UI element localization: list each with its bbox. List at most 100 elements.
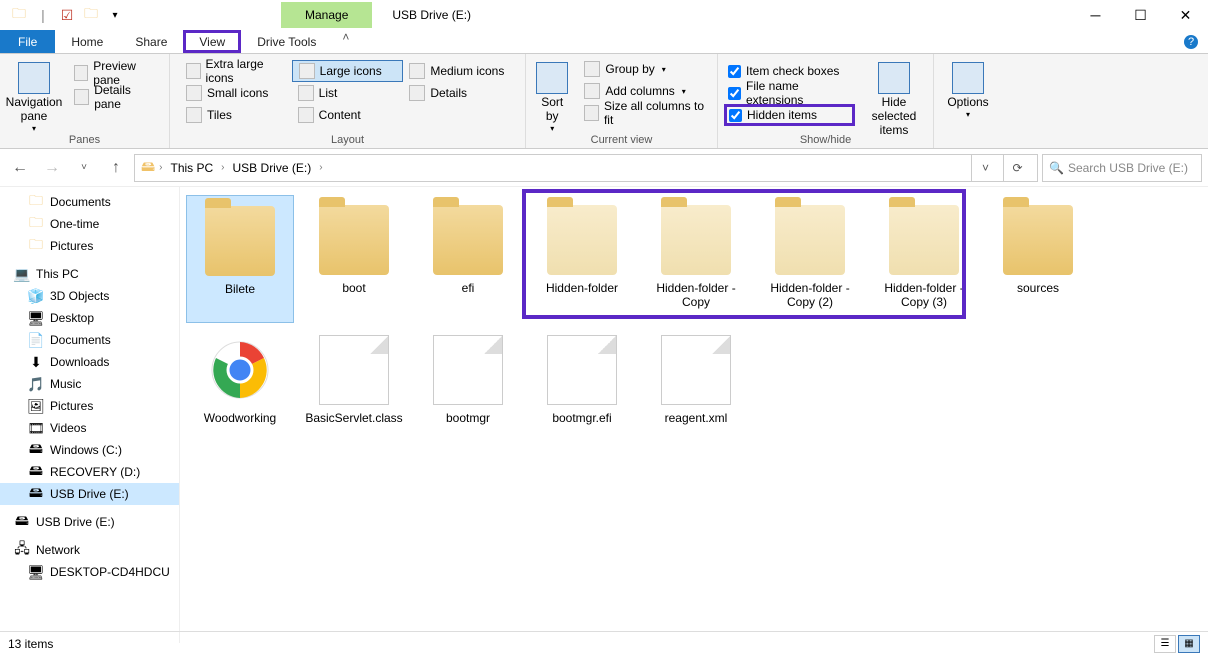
tree-network-child[interactable]: 🖥DESKTOP-CD4HDCU [0,561,179,583]
app-folder-icon: 🗀 [8,4,30,26]
breadcrumb[interactable]: 🖴 › This PC › USB Drive (E:) › ˅ ⟳ [134,154,1038,182]
item-basicservlet-class[interactable]: BasicServlet.class [300,325,408,453]
details-pane-icon [74,89,89,105]
hidden-items-toggle[interactable]: Hidden items [724,104,855,126]
item-bootmgr-efi[interactable]: bootmgr.efi [528,325,636,453]
help-icon[interactable] [1174,30,1208,53]
tree-network[interactable]: 🖧Network [0,539,179,561]
tree-usb-below[interactable]: 🖴USB Drive (E:) [0,511,179,533]
group-by-button[interactable]: Group by▾ [578,58,711,80]
layout-details[interactable]: Details [403,82,515,104]
item-checkboxes-checkbox[interactable] [728,65,741,78]
folder-icon [1003,205,1073,275]
item-label: BasicServlet.class [301,411,406,425]
item-hidden-folder-copy-3-[interactable]: Hidden-folder - Copy (3) [870,195,978,323]
ribbon-group-current-view: Sort by ▾ Group by▾ Add columns▾ Size al… [526,54,718,148]
back-button[interactable]: ← [6,154,34,182]
tab-drive-tools[interactable]: Drive Tools [241,30,332,53]
options-button[interactable]: Options ▾ [940,58,996,123]
recent-dropdown[interactable]: ˅ [70,154,98,182]
tree-desktop[interactable]: 🖥Desktop [0,307,179,329]
item-hidden-folder[interactable]: Hidden-folder [528,195,636,323]
layout-list[interactable]: List [292,82,404,104]
layout-small-icons[interactable]: Small icons [180,82,292,104]
hidden-items-checkbox[interactable] [729,109,742,122]
minimize-button[interactable]: ─ [1073,0,1118,30]
layout-tiles[interactable]: Tiles [180,104,292,126]
file-extensions-checkbox[interactable] [728,87,741,100]
refresh-icon[interactable]: ⟳ [1003,154,1031,182]
maximize-button[interactable]: ☐ [1118,0,1163,30]
history-dropdown-icon[interactable]: ˅ [971,154,999,182]
collapse-ribbon-icon[interactable]: ˄ [332,30,359,53]
item-boot[interactable]: boot [300,195,408,323]
item-label: boot [338,281,369,295]
network-icon: 🖧 [14,542,30,558]
tree-usb-drive-e-[interactable]: 🖴USB Drive (E:) [0,483,179,505]
item-efi[interactable]: efi [414,195,522,323]
tree-documents[interactable]: 📄Documents [0,329,179,351]
ribbon-group-show-hide: Item check boxes File name extensions Hi… [718,54,934,148]
item-woodworking[interactable]: Woodworking [186,325,294,453]
window-title: USB Drive (E:) [392,8,471,22]
tree-videos[interactable]: 🎞Videos [0,417,179,439]
tree-this-pc[interactable]: 💻This PC [0,263,179,285]
tree-item-icon: 🖴 [28,464,44,480]
current-view-group-label: Current view [526,134,717,146]
layout-extra-large-icons[interactable]: Extra large icons [180,60,292,82]
tree-downloads[interactable]: ⬇Downloads [0,351,179,373]
tree-3d-objects[interactable]: 🧊3D Objects [0,285,179,307]
size-columns-button[interactable]: Size all columns to fit [578,102,711,124]
navigation-tree[interactable]: 🗀Documents🗀One-time🗀Pictures 💻This PC 🧊3… [0,187,180,643]
file-extensions-toggle[interactable]: File name extensions [724,82,855,104]
breadcrumb-usb[interactable]: USB Drive (E:) [229,161,316,175]
layout-large-icons[interactable]: Large icons [292,60,404,82]
qat-folder-icon[interactable]: 🗀 [80,4,102,26]
item-sources[interactable]: sources [984,195,1092,323]
ribbon-group-options: Options ▾ [934,54,994,148]
file-menu[interactable]: File [0,30,55,53]
file-icon [319,335,389,405]
breadcrumb-this-pc[interactable]: This PC [166,161,217,175]
item-bilete[interactable]: Bilete [186,195,294,323]
tree-recovery-d-[interactable]: 🖴RECOVERY (D:) [0,461,179,483]
tree-quick-pictures[interactable]: 🗀Pictures [0,235,179,257]
tree-item-icon: 🖼 [28,398,44,414]
tree-quick-one-time[interactable]: 🗀One-time [0,213,179,235]
icons-view-toggle[interactable]: ▦ [1178,635,1200,653]
layout-medium-icons[interactable]: Medium icons [403,60,515,82]
search-input[interactable]: 🔍 Search USB Drive (E:) [1042,154,1202,182]
content-area[interactable]: BiletebootefiHidden-folderHidden-folder … [180,187,1208,643]
tree-item-icon: 🖴 [28,442,44,458]
items-grid: BiletebootefiHidden-folderHidden-folder … [186,195,1202,453]
sort-by-button[interactable]: Sort by ▾ [532,58,572,137]
navigation-pane-button[interactable]: Navigation pane ▾ [6,58,62,137]
qat-dropdown-icon[interactable]: ▾ [104,4,126,26]
tree-pictures[interactable]: 🖼Pictures [0,395,179,417]
forward-button[interactable]: → [38,154,66,182]
preview-pane-button[interactable]: Preview pane [68,62,163,84]
tree-windows-c-[interactable]: 🖴Windows (C:) [0,439,179,461]
details-pane-button[interactable]: Details pane [68,86,163,108]
hide-selected-button[interactable]: Hide selected items [861,58,927,141]
chevron-right-icon: › [221,162,224,173]
layout-icon [409,85,425,101]
item-hidden-folder-copy[interactable]: Hidden-folder - Copy [642,195,750,323]
tab-view[interactable]: View [183,30,241,53]
tab-home[interactable]: Home [55,30,119,53]
details-view-toggle[interactable]: ☰ [1154,635,1176,653]
tree-music[interactable]: 🎵Music [0,373,179,395]
window-controls: ─ ☐ ✕ [1073,0,1208,30]
qat-check-icon[interactable]: ☑ [56,4,78,26]
layout-content[interactable]: Content [292,104,404,126]
tree-quick-documents[interactable]: 🗀Documents [0,191,179,213]
tab-share[interactable]: Share [119,30,183,53]
item-hidden-folder-copy-2-[interactable]: Hidden-folder - Copy (2) [756,195,864,323]
up-button[interactable]: ↑ [102,154,130,182]
item-reagent-xml[interactable]: reagent.xml [642,325,750,453]
contextual-tab-manage[interactable]: Manage [281,2,372,28]
close-button[interactable]: ✕ [1163,0,1208,30]
tree-item-icon: 🎵 [28,376,44,392]
folder-icon [661,205,731,275]
item-bootmgr[interactable]: bootmgr [414,325,522,453]
